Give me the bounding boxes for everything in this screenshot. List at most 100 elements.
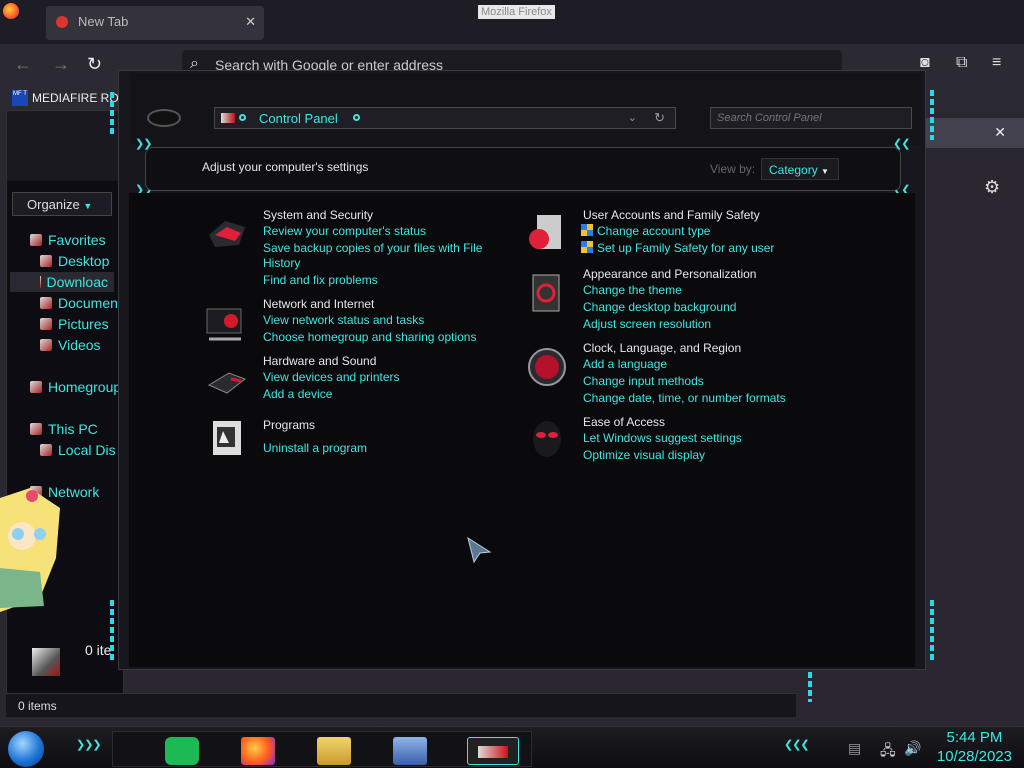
link-date-time-formats[interactable]: Change date, time, or number formats xyxy=(583,391,786,405)
extensions-icon[interactable]: ⧉ xyxy=(956,54,967,72)
link-label: Set up Family Safety for any user xyxy=(597,241,775,255)
link-change-theme[interactable]: Change the theme xyxy=(583,283,682,297)
nav-this-pc[interactable]: This PC xyxy=(30,421,98,437)
control-panel-window: Control Panel ⌄ ↻ ❯❯ ❮❮ ❯❯ ❮❮ Adjust you… xyxy=(118,70,926,670)
firefox-tab-bar: New Tab ✕ Mozilla Firefox xyxy=(0,0,1024,44)
clock-time: 5:44 PM xyxy=(946,729,1003,746)
file-explorer-icon[interactable] xyxy=(317,737,351,765)
link-add-language[interactable]: Add a language xyxy=(583,357,667,371)
category-appearance[interactable]: Appearance and Personalization xyxy=(583,267,756,281)
app-window-icon[interactable] xyxy=(393,737,427,765)
decor-bar-icon xyxy=(930,600,934,660)
clock-language-icon xyxy=(528,348,566,386)
organize-button[interactable]: Organize ▼ xyxy=(12,192,112,216)
reload-icon[interactable]: ↻ xyxy=(87,54,102,75)
dropdown-arrow-icon: ▼ xyxy=(821,167,829,176)
nav-label: Downloac xyxy=(46,274,108,290)
link-add-device[interactable]: Add a device xyxy=(263,387,332,401)
link-save-backup-history[interactable]: History xyxy=(263,256,300,270)
category-programs[interactable]: Programs xyxy=(263,418,315,432)
pictures-icon xyxy=(40,318,52,330)
nav-favorites[interactable]: Favorites xyxy=(30,232,106,248)
gear-icon[interactable]: ⚙ xyxy=(984,177,1000,198)
link-find-fix[interactable]: Find and fix problems xyxy=(263,273,378,287)
system-clock[interactable]: 5:44 PM 10/28/2023 xyxy=(937,728,1012,766)
page-title: Adjust your computer's settings xyxy=(202,160,369,174)
category-user-accounts[interactable]: User Accounts and Family Safety xyxy=(583,208,760,222)
link-homegroup-sharing[interactable]: Choose homegroup and sharing options xyxy=(263,330,476,344)
tab-title: New Tab xyxy=(78,14,129,29)
network-internet-icon xyxy=(206,308,242,341)
mouse-cursor-icon xyxy=(467,536,492,564)
show-hidden-icons-icon[interactable]: ▤ xyxy=(848,740,861,757)
item-count-short: 0 ite xyxy=(85,642,112,658)
view-by-value: Category xyxy=(769,163,818,177)
appearance-icon xyxy=(532,274,560,312)
browser-tab[interactable]: New Tab ✕ xyxy=(46,6,264,40)
decor-bar-icon xyxy=(808,672,812,702)
decor-arrows-icon: ❯❯❯ xyxy=(76,739,102,751)
nav-label: Favorites xyxy=(48,232,106,248)
link-label: Change account type xyxy=(597,224,711,238)
search-input[interactable] xyxy=(717,112,897,124)
address-bar[interactable]: Control Panel ⌄ ↻ xyxy=(214,107,676,129)
organize-label: Organize xyxy=(27,197,80,212)
close-icon[interactable]: ✕ xyxy=(994,124,1006,141)
refresh-icon[interactable]: ↻ xyxy=(654,110,665,126)
start-button[interactable] xyxy=(8,731,44,767)
category-hardware[interactable]: Hardware and Sound xyxy=(263,354,376,368)
nav-videos[interactable]: Videos xyxy=(40,337,101,353)
menu-icon[interactable]: ≡ xyxy=(992,54,1001,72)
uac-shield-icon xyxy=(581,241,593,253)
link-save-backup[interactable]: Save backup copies of your files with Fi… xyxy=(263,241,482,255)
nav-documents[interactable]: Documen xyxy=(40,295,118,311)
status-text: 0 items xyxy=(18,699,57,713)
nav-label: Videos xyxy=(58,337,101,353)
ease-of-access-icon xyxy=(533,421,561,457)
back-arrow-icon[interactable]: ← xyxy=(14,54,32,75)
forward-arrow-icon[interactable]: → xyxy=(52,54,70,75)
desktop-icon xyxy=(40,255,52,267)
link-network-status[interactable]: View network status and tasks xyxy=(263,313,424,327)
taskbar-apps xyxy=(112,731,532,767)
link-windows-suggest[interactable]: Let Windows suggest settings xyxy=(583,431,742,445)
link-input-methods[interactable]: Change input methods xyxy=(583,374,704,388)
link-optimize-display[interactable]: Optimize visual display xyxy=(583,448,705,462)
view-by-dropdown[interactable]: Category ▼ xyxy=(761,158,839,180)
volume-icon[interactable]: 🔊 xyxy=(904,740,921,757)
category-clock[interactable]: Clock, Language, and Region xyxy=(583,341,741,355)
nav-downloads[interactable]: Downloac xyxy=(10,272,114,292)
category-ease-of-access[interactable]: Ease of Access xyxy=(583,415,665,429)
notification-bar: ✕ xyxy=(925,118,1024,148)
chevron-down-icon[interactable]: ⌄ xyxy=(628,111,637,124)
search-control-panel[interactable] xyxy=(710,107,912,129)
computer-icon xyxy=(30,423,42,435)
nav-homegroup[interactable]: Homegroup xyxy=(30,379,121,395)
nav-pictures[interactable]: Pictures xyxy=(40,316,109,332)
link-screen-resolution[interactable]: Adjust screen resolution xyxy=(583,317,711,331)
link-change-account-type[interactable]: Change account type xyxy=(581,224,710,238)
spotify-icon[interactable] xyxy=(165,737,199,765)
control-panel-icon xyxy=(221,113,235,123)
close-tab-icon[interactable]: ✕ xyxy=(245,14,256,30)
category-system-security[interactable]: System and Security xyxy=(263,208,373,222)
nav-desktop[interactable]: Desktop xyxy=(40,253,109,269)
star-icon xyxy=(30,234,42,246)
nav-label: Local Dis xyxy=(58,442,116,458)
category-network[interactable]: Network and Internet xyxy=(263,297,374,311)
link-family-safety[interactable]: Set up Family Safety for any user xyxy=(581,241,774,255)
nav-local-disk[interactable]: Local Dis xyxy=(40,442,116,458)
link-devices-printers[interactable]: View devices and printers xyxy=(263,370,400,384)
breadcrumb[interactable]: Control Panel xyxy=(259,111,338,126)
nav-label: This PC xyxy=(48,421,98,437)
bookmark-mediafire[interactable]: MF T MEDIAFIRE RO xyxy=(12,90,119,106)
nav-label: Desktop xyxy=(58,253,110,269)
firefox-logo-icon xyxy=(3,3,19,19)
firefox-taskbar-icon[interactable] xyxy=(241,737,275,765)
control-panel-taskbar-icon[interactable] xyxy=(467,737,519,765)
link-review-status[interactable]: Review your computer's status xyxy=(263,224,426,238)
bookmark-label: MEDIAFIRE RO xyxy=(32,91,119,105)
network-tray-icon[interactable]: 🖧 xyxy=(880,740,896,764)
link-desktop-background[interactable]: Change desktop background xyxy=(583,300,736,314)
link-uninstall-program[interactable]: Uninstall a program xyxy=(263,441,367,455)
